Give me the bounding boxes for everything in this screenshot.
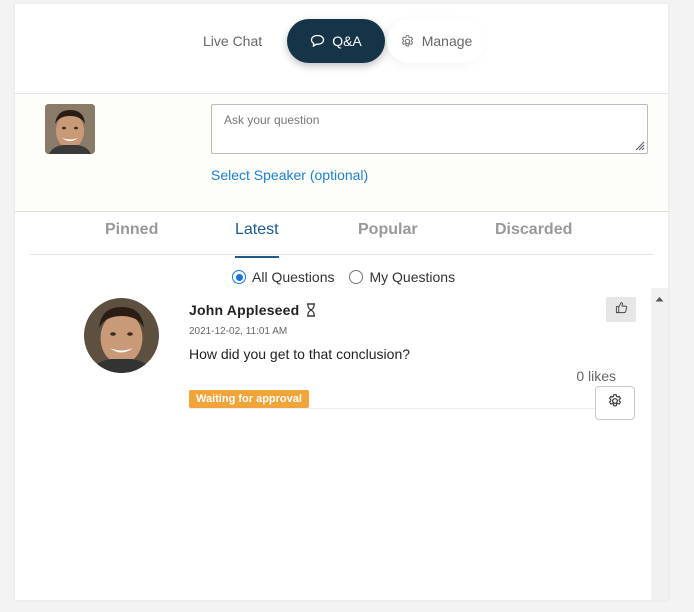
question-filter: All Questions My Questions	[232, 269, 470, 285]
like-button[interactable]	[606, 297, 636, 322]
gear-icon	[400, 34, 415, 49]
radio-unselected-icon	[349, 270, 364, 284]
live-chat-label: Live Chat	[203, 33, 263, 49]
tab-pinned[interactable]: Pinned	[105, 221, 158, 239]
status-badge: Waiting for approval	[189, 390, 309, 408]
question-divider	[189, 408, 615, 409]
tab-manage[interactable]: Manage	[387, 19, 485, 63]
avatar	[45, 104, 95, 154]
select-speaker-link[interactable]: Select Speaker (optional)	[211, 167, 368, 183]
hourglass-icon	[306, 303, 316, 317]
qa-label: Q&A	[332, 33, 362, 49]
radio-all-questions[interactable]: All Questions	[232, 269, 334, 285]
question-tabs: Pinned Latest Popular Discarded	[30, 212, 654, 258]
ask-question-area: Ask your question Select Speaker (option…	[15, 94, 668, 212]
likes-count: 0 likes	[576, 368, 616, 384]
question-timestamp: 2021-12-02, 11:01 AM	[189, 326, 288, 337]
tab-popular[interactable]: Popular	[358, 221, 418, 239]
tab-qa[interactable]: Q&A	[287, 19, 385, 63]
question-placeholder: Ask your question	[224, 113, 320, 127]
tab-latest[interactable]: Latest	[235, 221, 279, 258]
resize-grip-icon[interactable]	[633, 139, 645, 151]
author-name: John Appleseed	[189, 302, 300, 318]
all-questions-label: All Questions	[252, 269, 335, 285]
question-author: John Appleseed	[189, 302, 316, 318]
my-questions-label: My Questions	[369, 269, 456, 285]
question-text: How did you get to that conclusion?	[189, 346, 411, 362]
question-settings-button[interactable]	[595, 386, 635, 420]
question-input[interactable]: Ask your question	[211, 104, 648, 154]
thumbs-up-icon	[615, 301, 628, 319]
tab-discarded[interactable]: Discarded	[495, 221, 572, 239]
radio-my-questions[interactable]: My Questions	[349, 269, 455, 285]
chat-bubble-icon	[310, 34, 325, 48]
top-navigation: Live Chat Q&A Manage	[15, 4, 668, 94]
gear-icon	[607, 393, 623, 414]
radio-selected-icon	[232, 270, 246, 284]
question-author-avatar	[84, 298, 159, 373]
manage-label: Manage	[421, 33, 473, 49]
scrollbar[interactable]	[651, 288, 668, 600]
scroll-up-arrow-icon[interactable]	[651, 292, 668, 306]
tab-live-chat[interactable]: Live Chat	[187, 19, 278, 63]
qa-panel: Live Chat Q&A Manage Ask your question S…	[15, 4, 668, 600]
